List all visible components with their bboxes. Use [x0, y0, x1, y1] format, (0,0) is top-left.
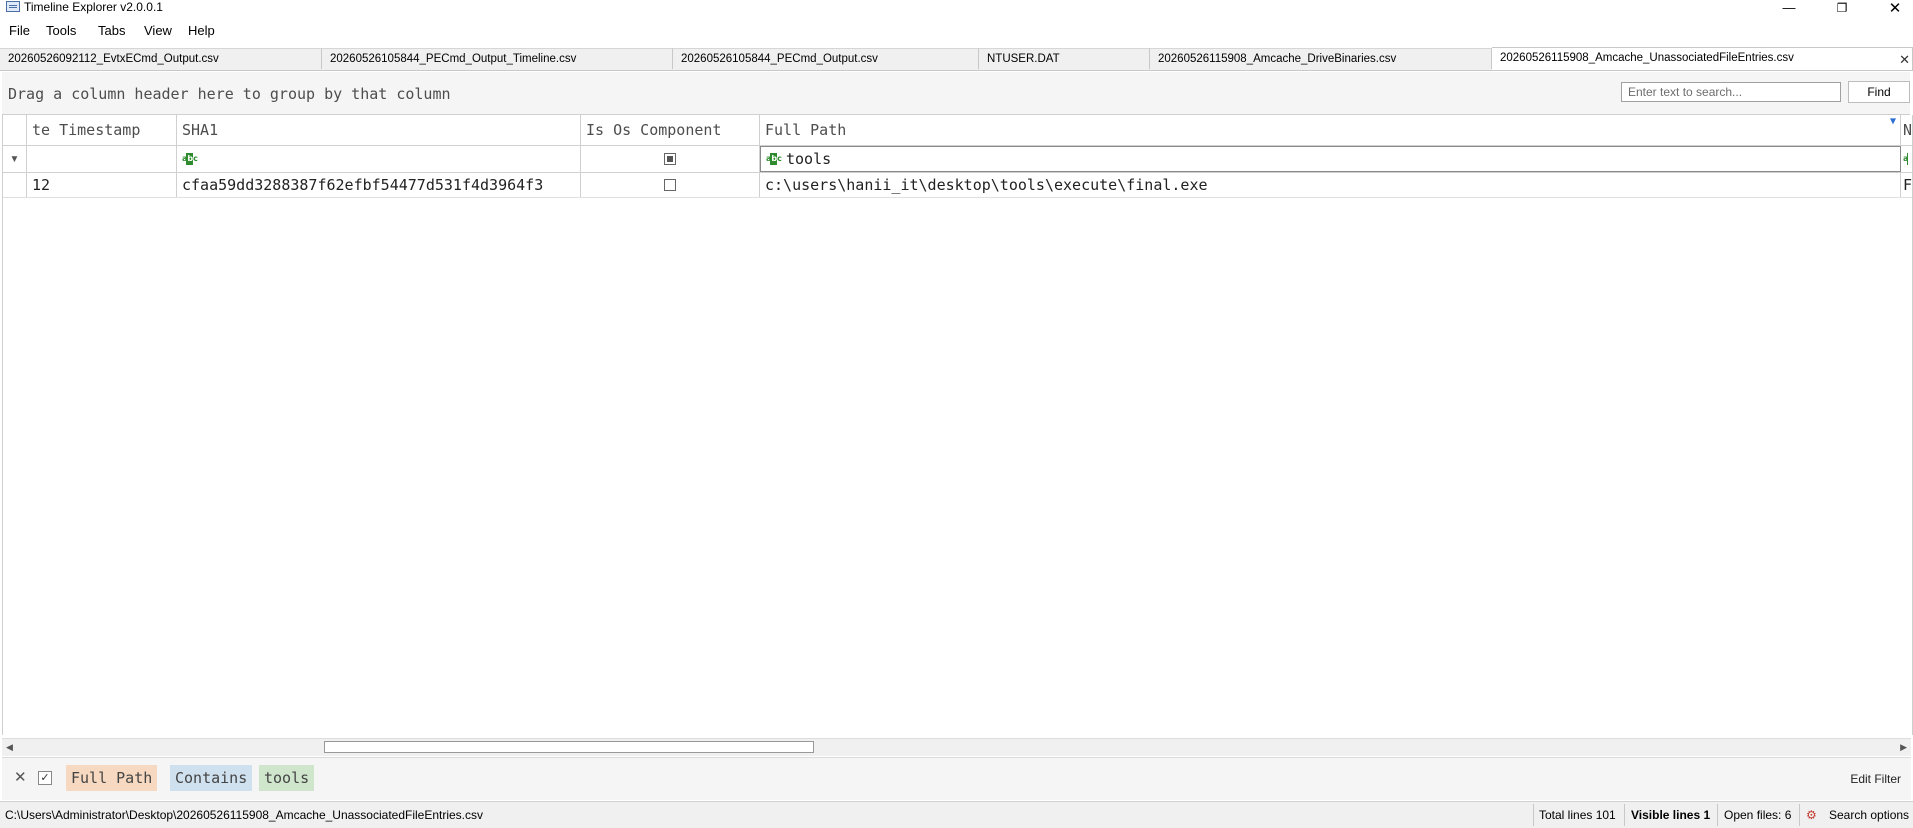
search-options-button[interactable]: Search options [1829, 808, 1909, 822]
column-header-label: Full Path [765, 121, 847, 139]
menu-tools[interactable]: Tools [46, 23, 76, 38]
tab-evtxecmd-output[interactable]: 20260526092112_EvtxECmd_Output.csv [0, 48, 322, 69]
tab-label: 20260526092112_EvtxECmd_Output.csv [8, 53, 219, 65]
minimize-button[interactable]: — [1766, 0, 1812, 15]
clear-filter-icon[interactable]: ✕ [14, 768, 27, 786]
menu-view[interactable]: View [144, 23, 172, 38]
title-bar: Timeline Explorer v2.0.0.1 — ❐ ✕ [0, 0, 1913, 17]
status-divider [1717, 804, 1718, 826]
edit-filter-link[interactable]: Edit Filter [1850, 772, 1901, 786]
status-divider [1624, 804, 1625, 826]
text-filter-icon: abc [766, 153, 782, 165]
status-divider [1533, 804, 1534, 826]
data-grid: te Timestamp SHA1 Is Os Component Full P… [2, 115, 1913, 735]
text-filter-icon: abc [182, 153, 198, 165]
filter-cell-full-path[interactable]: abc tools [760, 146, 1901, 172]
tab-ntuser-dat[interactable]: NTUSER.DAT [979, 48, 1150, 69]
filter-row-icon: ▼ [3, 146, 27, 172]
restore-button[interactable]: ❐ [1819, 0, 1865, 15]
filter-chip-value[interactable]: tools [259, 765, 315, 791]
status-file-path: C:\Users\Administrator\Desktop\202605261… [5, 808, 484, 822]
column-header-is-os-component[interactable]: Is Os Component [581, 115, 760, 145]
close-window-button[interactable]: ✕ [1872, 0, 1913, 17]
scroll-right-icon[interactable]: ▶ [1900, 742, 1907, 753]
column-header-row: te Timestamp SHA1 Is Os Component Full P… [3, 115, 1912, 146]
status-bar: C:\Users\Administrator\Desktop\202605261… [0, 801, 1913, 828]
tab-label: 20260526105844_PECmd_Output.csv [681, 53, 878, 65]
minimize-icon: — [1782, 0, 1796, 15]
status-divider [1799, 804, 1800, 826]
app-icon [6, 1, 20, 12]
group-by-hint: Drag a column header here to group by th… [8, 85, 451, 103]
cell-is-os-component[interactable] [581, 173, 760, 197]
active-filter-bar: ✕ ✓ Full Path Contains tools Edit Filter [2, 757, 1911, 800]
filter-cell-sha1[interactable]: abc [177, 146, 581, 172]
tab-label: NTUSER.DAT [987, 53, 1060, 65]
menu-help[interactable]: Help [188, 23, 215, 38]
filter-cell-is-os-component[interactable] [581, 146, 760, 172]
window-title: Timeline Explorer v2.0.0.1 [24, 0, 163, 14]
row-indicator-header [3, 115, 27, 145]
tab-pecmd-output[interactable]: 20260526105844_PECmd_Output.csv [673, 48, 979, 69]
full-path-filter-value: tools [786, 150, 832, 168]
horizontal-scrollbar[interactable]: ◀ ▶ [2, 738, 1911, 756]
tab-pecmd-output-timeline[interactable]: 20260526105844_PECmd_Output_Timeline.csv [322, 48, 673, 69]
tab-label: 20260526115908_Amcache_DriveBinaries.csv [1158, 53, 1397, 65]
unchecked-checkbox[interactable] [664, 179, 676, 191]
filter-cell-next[interactable]: ab [1901, 146, 1912, 172]
indeterminate-checkbox[interactable] [664, 153, 676, 165]
column-header-timestamp[interactable]: te Timestamp [27, 115, 177, 145]
close-icon: ✕ [1888, 0, 1902, 17]
tab-label: 20260526115908_Amcache_UnassociatedFileE… [1500, 52, 1794, 64]
row-indicator [3, 173, 27, 197]
menu-bar: File Tools Tabs View Help [0, 20, 1913, 42]
search-input[interactable] [1621, 82, 1841, 102]
text-filter-icon: ab [1903, 153, 1908, 165]
find-button[interactable]: Find [1848, 81, 1910, 103]
status-open-files: Open files: 6 [1724, 808, 1792, 822]
tab-label: 20260526105844_PECmd_Output_Timeline.csv [330, 53, 577, 65]
filter-cell-timestamp[interactable] [27, 146, 177, 172]
cell-timestamp[interactable]: 12 [27, 173, 177, 197]
filter-chip-column[interactable]: Full Path [66, 765, 158, 791]
filter-chip-operator[interactable]: Contains [170, 765, 253, 791]
auto-filter-row: ▼ abc abc tools ab [3, 146, 1912, 173]
column-header-full-path[interactable]: Full Path ▼ [760, 115, 1901, 145]
filter-active-icon[interactable]: ▼ [1890, 115, 1896, 137]
cell-full-path[interactable]: c:\users\hanii_it\desktop\tools\execute\… [760, 173, 1901, 197]
tab-amcache-drivebinaries[interactable]: 20260526115908_Amcache_DriveBinaries.csv [1150, 48, 1492, 69]
close-tab-icon[interactable]: ✕ [1899, 50, 1910, 70]
search-options-icon[interactable]: ⚙ [1806, 808, 1817, 822]
status-visible-lines: Visible lines 1 [1631, 808, 1711, 822]
scroll-left-icon[interactable]: ◀ [6, 742, 13, 753]
tab-amcache-unassociatedfileentries[interactable]: 20260526115908_Amcache_UnassociatedFileE… [1492, 47, 1913, 70]
column-header-next[interactable]: N [1901, 115, 1912, 145]
enable-filter-checkbox[interactable]: ✓ [38, 771, 52, 785]
restore-icon: ❐ [1836, 0, 1848, 15]
status-total-lines: Total lines 101 [1539, 808, 1616, 822]
table-row[interactable]: 12 cfaa59dd3288387f62efbf54477d531f4d396… [3, 173, 1912, 198]
cell-next[interactable]: F [1901, 173, 1912, 197]
menu-file[interactable]: File [9, 23, 30, 38]
menu-tabs[interactable]: Tabs [98, 23, 125, 38]
column-header-sha1[interactable]: SHA1 [177, 115, 581, 145]
cell-sha1[interactable]: cfaa59dd3288387f62efbf54477d531f4d3964f3 [177, 173, 581, 197]
scrollbar-thumb[interactable] [324, 741, 814, 753]
file-tab-strip: 20260526092112_EvtxECmd_Output.csv 20260… [0, 47, 1913, 71]
